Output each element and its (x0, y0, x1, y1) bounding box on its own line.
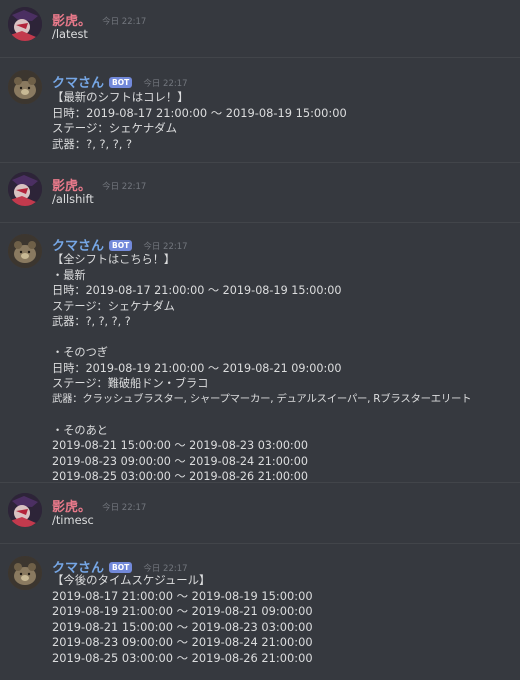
message-line (52, 330, 471, 346)
user-avatar-icon (8, 7, 42, 41)
message-line: 2019-08-17 21:00:00 〜 2019-08-19 15:00:0… (52, 588, 313, 603)
message-line: 2019-08-21 15:00:00 〜 2019-08-23 03:00:0… (52, 619, 313, 634)
message-divider (0, 162, 520, 163)
message-line: 【全シフトはこちら！】 (52, 253, 176, 266)
user-avatar-icon (8, 172, 42, 206)
timestamp: 今日 22:17 (102, 182, 147, 192)
timestamp: 今日 22:17 (143, 242, 188, 252)
message-line: 【今後のタイムスケジュール】 (52, 573, 211, 587)
message-line: 2019-08-23 09:00:00 〜 2019-08-24 21:00:0… (52, 635, 313, 649)
message-content: 【最新のシフトはコレ！】 日時：2019-08-17 21:00:00 〜 201… (52, 90, 347, 152)
message-line: 日時：2019-08-17 21:00:00 〜 2019-08-19 15:0… (52, 284, 342, 297)
message-line: 武器：?, ?, ?, ? (52, 315, 131, 328)
bear-avatar-icon (8, 556, 42, 590)
message-divider (0, 222, 520, 223)
timestamp: 今日 22:17 (102, 503, 147, 513)
message-line: ・そのつぎ (52, 346, 108, 359)
timestamp: 今日 22:17 (102, 17, 147, 27)
message-line: /latest (52, 27, 88, 41)
bot-avatar[interactable] (8, 234, 42, 268)
message-line: 2019-08-25 03:00:00 〜 2019-08-26 21:00:0… (52, 650, 313, 665)
bot-avatar[interactable] (8, 556, 42, 590)
message-line: ステージ：難破船ドン・ブラコ (52, 377, 209, 390)
bear-avatar-icon (8, 234, 42, 268)
message-line: 武器：クラッシュブラスター, シャープマーカー, デュアルスイーパー, Rブラス… (52, 392, 472, 405)
message-line: 日時：2019-08-19 21:00:00 〜 2019-08-21 09:0… (52, 361, 342, 375)
bot-badge: BOT (109, 562, 133, 573)
message-line: 武器：?, ?, ?, ? (52, 136, 133, 151)
message-line: 日時：2019-08-17 21:00:00 〜 2019-08-19 15:0… (52, 105, 347, 120)
message-divider (0, 543, 520, 544)
bot-badge: BOT (109, 77, 133, 88)
message-content: 【全シフトはこちら！】 ・最新日時：2019-08-17 21:00:00 〜 2… (52, 252, 472, 485)
message-line: ・そのあと (52, 423, 108, 437)
message-line: 【最新のシフトはコレ！】 (52, 90, 189, 104)
message-line: 2019-08-21 15:00:00 〜 2019-08-23 03:00:0… (52, 439, 308, 452)
message-line: ・最新 (52, 268, 86, 282)
message-line: 2019-08-23 09:00:00 〜 2019-08-24 21:00:0… (52, 454, 308, 468)
message-divider (0, 57, 520, 58)
message-content: /latest (52, 27, 88, 43)
message-line: 2019-08-19 21:00:00 〜 2019-08-21 09:00:0… (52, 604, 313, 618)
message-line: ステージ：シェケナダム (52, 299, 175, 313)
message-line: ステージ：シェケナダム (52, 121, 178, 135)
user-avatar[interactable] (8, 7, 42, 41)
author-name[interactable]: クマさん (52, 76, 104, 91)
bear-avatar-icon (8, 70, 42, 104)
message-content: /timesc (52, 513, 94, 529)
message-line: /timesc (52, 513, 94, 527)
message-content: 【今後のタイムスケジュール】 2019-08-17 21:00:00 〜 2019… (52, 573, 313, 666)
message-line (52, 407, 471, 423)
user-avatar-icon (8, 493, 42, 527)
message-line: /allshift (52, 192, 94, 206)
message-divider (0, 482, 520, 483)
timestamp: 今日 22:17 (143, 79, 188, 89)
user-avatar[interactable] (8, 493, 42, 527)
user-avatar[interactable] (8, 172, 42, 206)
bot-avatar[interactable] (8, 70, 42, 104)
message-content: /allshift (52, 192, 94, 208)
bot-badge: BOT (109, 240, 133, 251)
